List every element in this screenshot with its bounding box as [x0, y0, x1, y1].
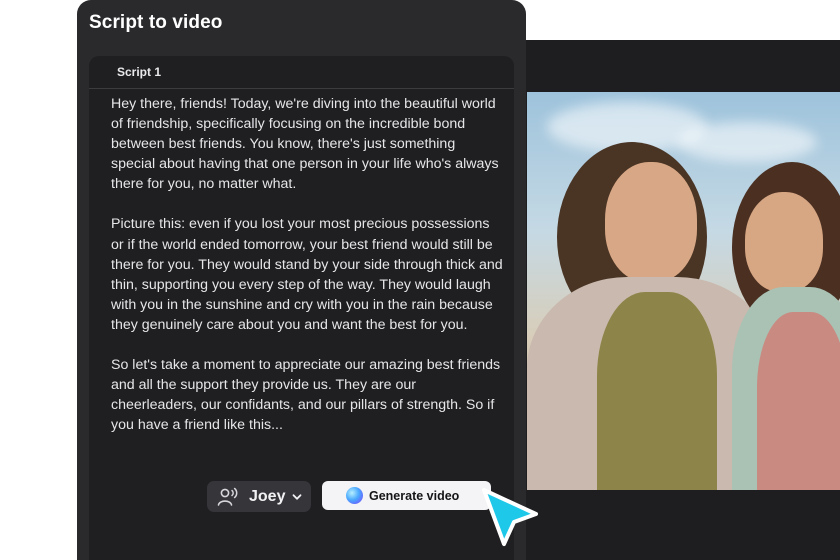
tab-script-1[interactable]: Script 1 — [89, 56, 514, 89]
script-paragraph: So let's take a moment to appreciate our… — [111, 357, 501, 434]
voice-selector[interactable]: Joey — [207, 481, 311, 512]
person-voice-icon — [217, 487, 238, 506]
ai-orb-icon — [346, 487, 363, 504]
panel-title: Script to video — [89, 12, 223, 33]
generate-video-label: Generate video — [369, 488, 460, 503]
preview-image — [527, 92, 840, 490]
tab-label: Script 1 — [117, 65, 162, 79]
voice-name: Joey — [249, 487, 286, 505]
script-paragraph: Hey there, friends! Today, we're diving … — [111, 96, 499, 193]
chevron-down-icon — [293, 493, 302, 500]
cursor-pointer-icon — [482, 488, 538, 546]
generate-video-button[interactable]: Generate video — [322, 481, 491, 510]
script-paragraph: Picture this: even if you lost your most… — [111, 216, 503, 333]
script-to-video-panel: Script to video Script 1 Hey there, frie… — [77, 0, 526, 560]
script-text-area[interactable]: Hey there, friends! Today, we're diving … — [111, 94, 503, 455]
